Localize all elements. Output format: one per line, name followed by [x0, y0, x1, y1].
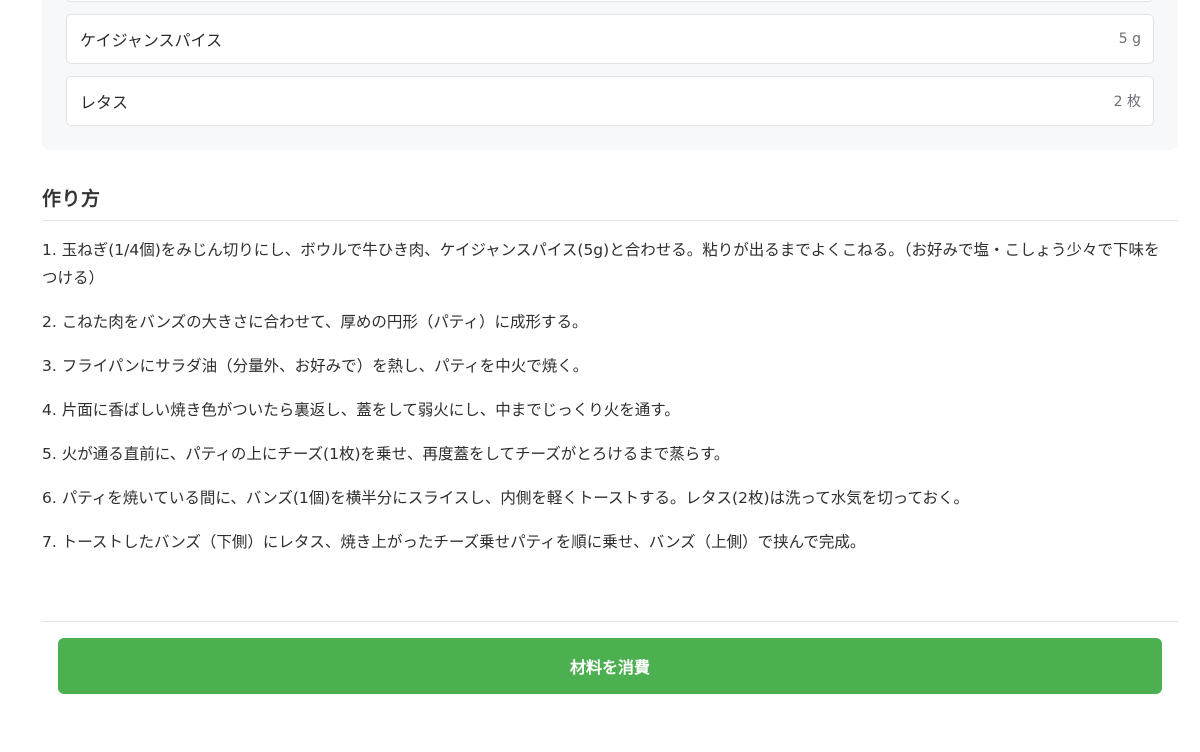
- ingredients-panel: ケイジャンスパイス 5 g レタス 2 枚: [42, 0, 1178, 150]
- instruction-steps: 1. 玉ねぎ(1/4個)をみじん切りにし、ボウルで牛ひき肉、ケイジャンスパイス(…: [42, 236, 1172, 572]
- instruction-step: 5. 火が通る直前に、パティの上にチーズ(1枚)を乗せ、再度蓋をしてチーズがとろ…: [42, 445, 730, 463]
- instruction-step: 4. 片面に香ばしい焼き色がついたら裏返し、蓋をして弱火にし、中までじっくり火を…: [42, 401, 680, 419]
- instruction-step: 1. 玉ねぎ(1/4個)をみじん切りにし、ボウルで牛ひき肉、ケイジャンスパイス(…: [42, 241, 1160, 287]
- ingredient-item: ケイジャンスパイス 5 g: [66, 14, 1154, 64]
- ingredient-name: ケイジャンスパイス: [80, 31, 223, 50]
- instruction-step: 6. パティを焼いている間に、バンズ(1個)を横半分にスライスし、内側を軽くトー…: [42, 489, 969, 507]
- recipe-detail-page: ケイジャンスパイス 5 g レタス 2 枚 作り方 1. 玉ねぎ(1/4個)をみ…: [0, 0, 1200, 752]
- ingredient-quantity: 2 枚: [1113, 94, 1141, 110]
- ingredient-quantity: 5 g: [1118, 31, 1141, 47]
- consume-ingredients-button[interactable]: 材料を消費: [58, 638, 1162, 694]
- ingredient-item-partial: [66, 0, 1154, 2]
- instruction-step: 2. こねた肉をバンズの大きさに合わせて、厚めの円形（パティ）に成形する。: [42, 313, 588, 331]
- instruction-step: 7. トーストしたバンズ（下側）にレタス、焼き上がったチーズ乗せパティを順に乗せ…: [42, 533, 866, 551]
- instruction-step: 3. フライパンにサラダ油（分量外、お好みで）を熱し、パティを中火で焼く。: [42, 357, 589, 375]
- footer-divider: [42, 621, 1178, 622]
- ingredient-name: レタス: [80, 93, 129, 112]
- instructions-title: 作り方: [42, 188, 101, 210]
- ingredient-item: レタス 2 枚: [66, 76, 1154, 126]
- section-divider: [42, 220, 1178, 221]
